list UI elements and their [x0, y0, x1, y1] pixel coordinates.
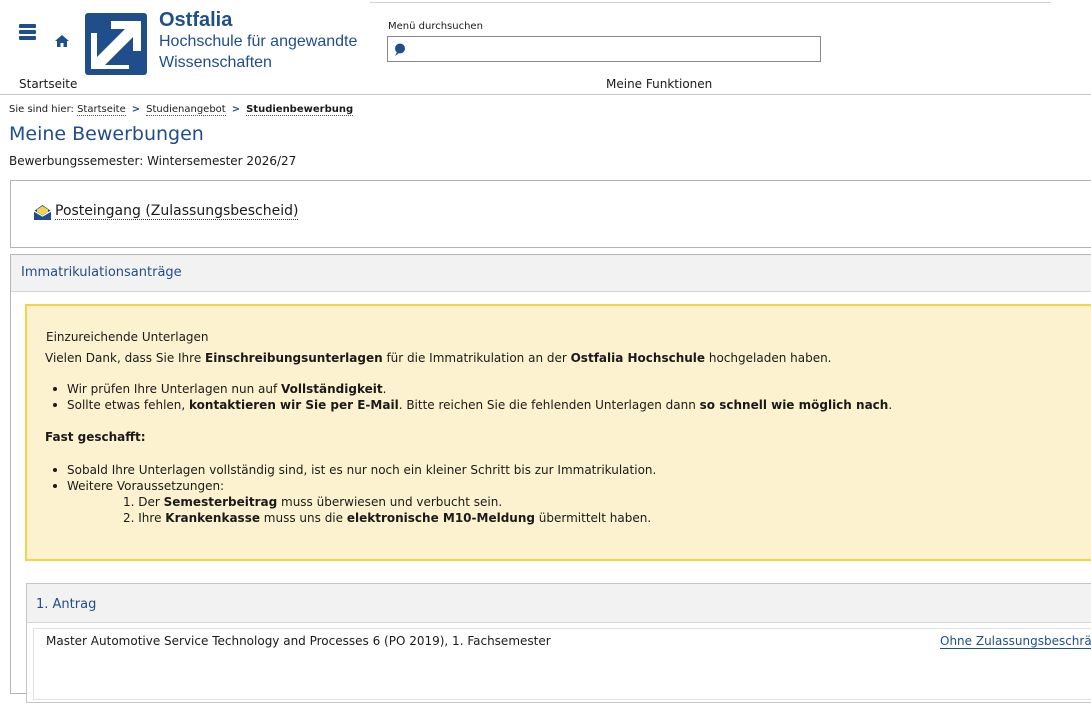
logo-subtitle-1: Hochschule für angewandte: [159, 33, 358, 50]
list-item: 2. Ihre Krankenkasse muss uns die elektr…: [123, 511, 652, 525]
envelope-icon: [34, 205, 51, 220]
ordered-list: 1. Der Semesterbeitrag muss überwiesen u…: [67, 494, 656, 526]
inbox-panel: Posteingang (Zulassungsbescheid): [10, 180, 1091, 248]
logo-subtitle-2: Wissenschaften: [159, 54, 272, 71]
antrag-header: 1. Antrag: [27, 584, 1091, 623]
search-icon: [395, 43, 405, 56]
breadcrumb-prefix: Sie sind hier:: [9, 104, 74, 115]
breadcrumb-item-current[interactable]: Studienbewerbung: [246, 104, 354, 116]
page-title: Meine Bewerbungen: [9, 123, 204, 145]
antrag-title: 1. Antrag: [36, 597, 97, 612]
inbox-link[interactable]: Posteingang (Zulassungsbescheid): [55, 203, 299, 220]
antrag-panel: 1. Antrag Master Automotive Service Tech…: [26, 583, 1091, 703]
list-item: 1. Der Semesterbeitrag muss überwiesen u…: [123, 495, 503, 509]
program-name: Master Automotive Service Technology and…: [46, 634, 551, 648]
nav-startseite[interactable]: Startseite: [19, 77, 77, 91]
list-item: Sollte etwas fehlen, kontaktieren wir Si…: [45, 397, 892, 413]
fast-geschafft-heading: Fast geschafft:: [45, 430, 146, 444]
chevron-right-icon: >: [131, 104, 141, 115]
home-icon[interactable]: [55, 35, 69, 47]
search-input[interactable]: [412, 39, 816, 59]
panel-title: Immatrikulationsanträge: [21, 265, 182, 280]
immatrikulation-panel: Immatrikulationsanträge Einzureichende U…: [10, 254, 1091, 703]
ostfalia-logo-icon[interactable]: [85, 13, 147, 75]
zulassung-status-link[interactable]: Ohne Zulassungsbeschrän: [940, 634, 1091, 649]
breadcrumb-item-startseite[interactable]: Startseite: [77, 104, 126, 116]
divider: [0, 94, 1091, 95]
breadcrumb-item-studienangebot[interactable]: Studienangebot: [146, 104, 226, 116]
notice-intro: Vielen Dank, dass Sie Ihre Einschreibung…: [45, 351, 832, 365]
list-item: Sobald Ihre Unterlagen vollständig sind,…: [45, 462, 656, 478]
panel-header: Immatrikulationsanträge: [11, 255, 1091, 292]
search-label: Menü durchsuchen: [388, 21, 483, 32]
requirements-list: Sobald Ihre Unterlagen vollständig sind,…: [45, 462, 656, 526]
semester-info: Bewerbungssemester: Wintersemester 2026/…: [9, 154, 297, 168]
notice-title: Einzureichende Unterlagen: [46, 330, 209, 344]
breadcrumb: Sie sind hier: Startseite > Studienangebot…: [9, 104, 354, 116]
notice-box: Einzureichende Unterlagen Vielen Dank, d…: [25, 304, 1091, 561]
list-item: Wir prüfen Ihre Unterlagen nun auf Volls…: [45, 381, 892, 397]
hamburger-menu-icon[interactable]: [19, 24, 36, 41]
nav-meine-funktionen[interactable]: Meine Funktionen: [606, 77, 712, 91]
notice-list: Wir prüfen Ihre Unterlagen nun auf Volls…: [45, 381, 892, 413]
search-box[interactable]: [387, 36, 821, 62]
logo-name: Ostfalia: [159, 9, 233, 31]
top-edge: [0, 0, 1091, 5]
chevron-right-icon: >: [231, 104, 241, 115]
list-item: Weitere Voraussetzungen: 1. Der Semester…: [45, 478, 656, 526]
